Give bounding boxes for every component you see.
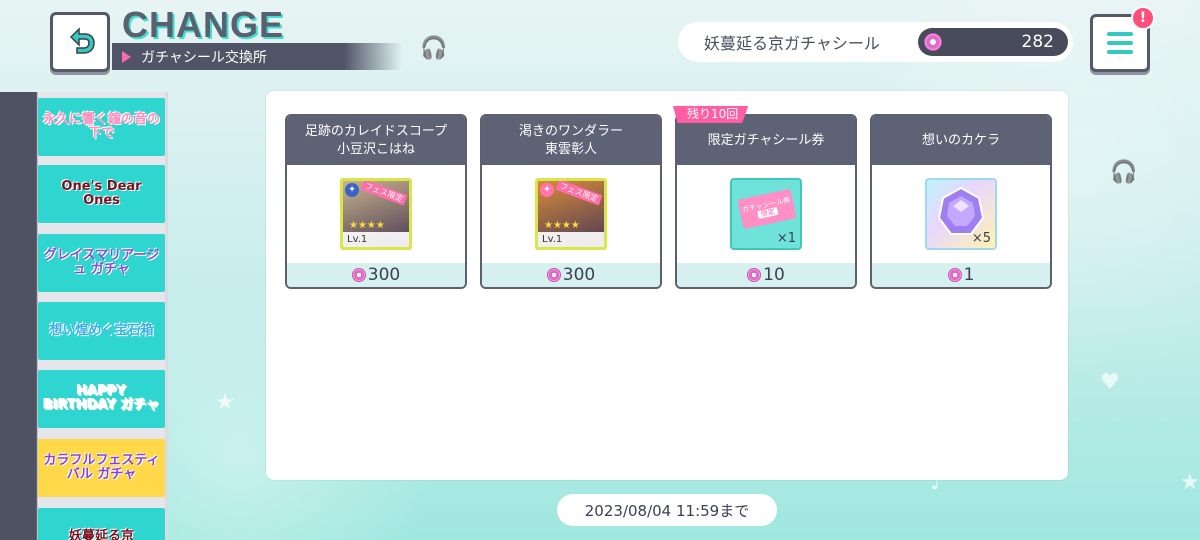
sidebar-banner-5[interactable]: カラフルフェスティバル ガチャ [38,439,165,497]
remaining-count-tag: 残り10回 [673,106,749,123]
card-level: Lv.1 [538,232,604,247]
hamburger-icon [1107,32,1133,36]
headphones-icon: 🎧 [1110,160,1138,185]
page-subtitle-bar: ガチャシール交換所 [112,43,402,70]
gacha-seal-coin-icon [351,268,366,282]
card-cost: 1 [872,263,1050,287]
star-icon: ★ [1180,470,1200,495]
exchange-card-kohane[interactable]: 足跡のカレイドスコープ 小豆沢こはね ✦ フェス限定 ★★★★ Lv.1 300 [285,114,467,289]
card-body: ✦ フェス限定 ★★★★ Lv.1 [287,165,465,263]
star-icon: ★ [215,390,235,415]
sidebar-banner-label: 想い煌めく宝石箱 [49,322,154,338]
exchange-card-limited-ticket[interactable]: 限定ガチャシール券 ガチャシール券 限定 ×1 10 [675,114,857,289]
fes-limited-tag: フェス限定 [555,181,603,206]
card-header: 想いのカケラ [872,116,1050,165]
attribute-icon: ✦ [345,183,359,197]
crystal-thumbnail: ×5 [925,178,997,250]
page-title: CHANGE [122,4,285,45]
sidebar-banner-label: グレイスマリアージュ ガチャ [43,247,160,277]
triangle-icon [122,50,131,63]
sidebar-banner-0[interactable]: 永久に響く鐘の音の下で [38,98,165,156]
card-header: 渇きのワンダラー 東雲彰人 [482,116,660,165]
cost-value: 300 [562,265,596,285]
gacha-banner-sidebar[interactable]: 永久に響く鐘の音の下で One's Dear Ones グレイスマリアージュ ガ… [0,92,168,540]
cost-value: 10 [763,265,785,285]
exchange-card-omoi-fragment[interactable]: 想いのカケラ ×5 1 [870,114,1052,289]
cost-value: 1 [963,265,975,285]
card-title-line2: 東雲彰人 [544,141,597,157]
currency-amount-pill: 282 [918,28,1068,56]
card-body: ✦ フェス限定 ★★★★ Lv.1 [482,165,660,263]
rarity-stars: ★★★★ [349,220,385,231]
card-title-line1: 渇きのワンダラー [518,123,623,139]
sidebar-banner-4[interactable]: HAPPY BIRTHDAY ガチャ [38,370,165,428]
back-arrow-icon [69,27,95,54]
currency-display: 妖蔓延る京ガチャシール 282 [678,22,1073,62]
exchange-card-akito[interactable]: 渇きのワンダラー 東雲彰人 ✦ フェス限定 ★★★★ Lv.1 300 [480,114,662,289]
card-cost: 10 [677,263,855,287]
card-level: Lv.1 [343,232,409,247]
attribute-icon: ✦ [540,183,554,197]
gacha-seal-coin-icon [546,268,561,282]
gacha-seal-coin-icon [924,33,942,51]
sidebar-banner-label: HAPPY BIRTHDAY ガチャ [43,383,160,413]
card-body: ガチャシール券 限定 ×1 [677,165,855,263]
sidebar-banner-1[interactable]: One's Dear Ones [38,165,165,223]
card-title-line1: 限定ガチャシール券 [707,132,825,148]
card-title-line1: 想いのカケラ [921,132,1000,148]
gacha-seal-coin-icon [947,268,962,282]
back-button[interactable] [50,12,110,72]
card-header: 限定ガチャシール券 [677,116,855,165]
sidebar-banner-label: カラフルフェスティバル ガチャ [43,452,160,482]
headphones-icon: 🎧 [420,36,448,61]
sidebar-banner-label: 永久に響く鐘の音の下で [42,111,160,141]
currency-amount: 282 [1021,32,1054,52]
notification-badge: ! [1131,6,1155,30]
sidebar-banner-2[interactable]: グレイスマリアージュ ガチャ [38,234,165,292]
page-subtitle: ガチャシール交換所 [141,49,267,66]
heart-icon: ♥ [1100,370,1120,395]
card-title-line1: 足跡のカレイドスコープ [304,123,448,139]
fes-limited-tag: フェス限定 [360,181,408,206]
card-cost: 300 [287,263,465,287]
ticket-thumbnail: ガチャシール券 限定 ×1 [730,178,802,250]
ticket-icon: ガチャシール券 限定 [737,188,797,230]
exchange-item-panel: 足跡のカレイドスコープ 小豆沢こはね ✦ フェス限定 ★★★★ Lv.1 300… [266,91,1068,480]
sidebar-banner-label: 妖蔓延る京 [68,528,134,540]
card-body: ×5 [872,165,1050,263]
character-card-thumbnail: ✦ フェス限定 ★★★★ Lv.1 [535,178,607,250]
exchange-deadline: 2023/08/04 11:59まで [557,494,777,526]
hamburger-icon-bar [1107,50,1133,54]
item-quantity: ×5 [971,231,991,246]
card-cost: 300 [482,263,660,287]
character-card-thumbnail: ✦ フェス限定 ★★★★ Lv.1 [340,178,412,250]
card-title-line2: 小豆沢こはね [336,141,415,157]
rarity-stars: ★★★★ [544,220,580,231]
currency-name: 妖蔓延る京ガチャシール [704,34,880,53]
sidebar-banner-6[interactable]: 妖蔓延る京 [38,508,165,540]
hamburger-icon-bar [1107,41,1133,45]
cost-value: 300 [367,265,401,285]
sidebar-banner-label: One's Dear Ones [61,178,142,208]
sidebar-banner-3[interactable]: 想い煌めく宝石箱 [38,302,165,360]
gacha-seal-coin-icon [747,268,762,282]
item-quantity: ×1 [776,231,796,246]
card-header: 足跡のカレイドスコープ 小豆沢こはね [287,116,465,165]
